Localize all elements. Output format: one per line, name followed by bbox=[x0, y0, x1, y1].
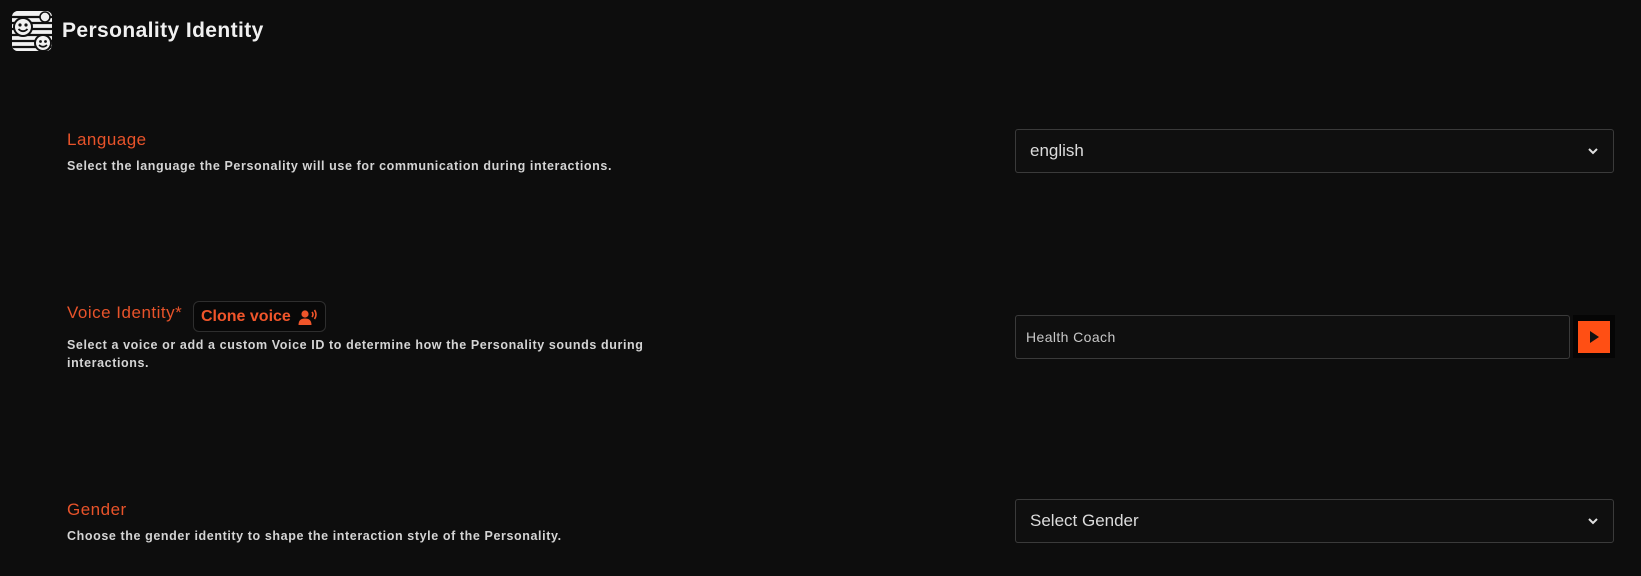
play-voice-button-wrapper bbox=[1573, 315, 1615, 358]
chevron-down-icon bbox=[1588, 518, 1598, 525]
gender-placeholder: Select Gender bbox=[1030, 511, 1139, 530]
language-description: Select the language the Personality will… bbox=[67, 159, 613, 173]
language-label: Language bbox=[67, 130, 147, 149]
voice-identity-value: Health Coach bbox=[1026, 329, 1116, 345]
clone-voice-button[interactable]: Clone voice bbox=[193, 301, 326, 332]
voice-description-line-1: Select a voice or add a custom Voice ID … bbox=[67, 338, 644, 352]
language-selected-value: english bbox=[1030, 141, 1084, 160]
voice-identity-input[interactable]: Health Coach bbox=[1015, 315, 1570, 359]
gender-select[interactable]: Select Gender bbox=[1015, 499, 1614, 543]
voice-identity-description: Select a voice or add a custom Voice ID … bbox=[67, 336, 643, 372]
play-icon bbox=[1590, 330, 1599, 343]
personality-identity-page: Personality Identity Language Select the… bbox=[0, 0, 1641, 576]
header: Personality Identity bbox=[12, 10, 264, 52]
voice-description-line-2: interactions. bbox=[67, 356, 150, 370]
clone-voice-label: Clone voice bbox=[201, 307, 291, 325]
voice-speaking-icon bbox=[298, 309, 317, 325]
gender-label: Gender bbox=[67, 500, 127, 519]
language-select[interactable]: english bbox=[1015, 129, 1614, 173]
page-title: Personality Identity bbox=[62, 19, 264, 42]
smiley-logo-icon bbox=[12, 11, 52, 51]
gender-description: Choose the gender identity to shape the … bbox=[67, 529, 562, 543]
voice-identity-label: Voice Identity* bbox=[67, 303, 183, 322]
play-voice-button[interactable] bbox=[1578, 320, 1610, 353]
chevron-down-icon bbox=[1588, 148, 1598, 155]
